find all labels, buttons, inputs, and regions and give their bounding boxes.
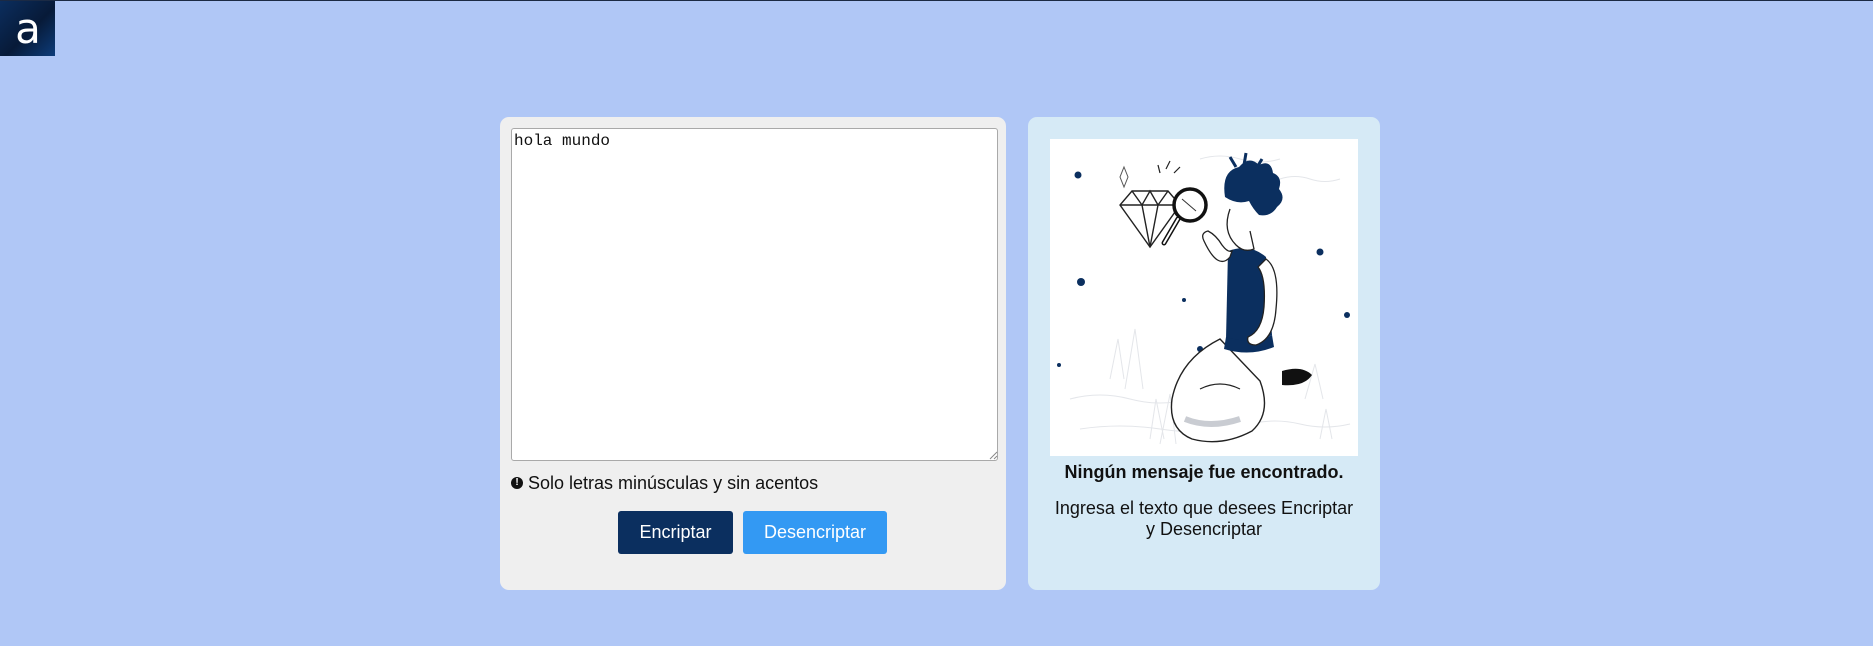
alura-logo: a — [0, 1, 55, 56]
input-hint: ! Solo letras minúsculas y sin acentos — [511, 473, 818, 493]
resize-grip-icon[interactable] — [989, 451, 998, 460]
no-message-title: Ningún mensaje fue encontrado. — [1064, 462, 1344, 482]
svg-text:a: a — [15, 7, 41, 51]
no-message-description: Ingresa el texto que desees Encriptar y … — [1054, 498, 1354, 539]
person-with-magnifier-illustration — [1050, 139, 1358, 456]
output-card: Ningún mensaje fue encontrado. Ingresa e… — [1028, 117, 1380, 590]
message-input[interactable] — [511, 128, 998, 461]
encrypt-button[interactable]: Encriptar — [618, 511, 733, 554]
alura-a-logo-icon: a — [15, 7, 41, 51]
input-card: ! Solo letras minúsculas y sin acentos E… — [500, 117, 1006, 590]
hint-text: Solo letras minúsculas y sin acentos — [528, 472, 819, 493]
decrypt-button[interactable]: Desencriptar — [743, 511, 887, 554]
info-circle-icon: ! — [511, 477, 523, 489]
